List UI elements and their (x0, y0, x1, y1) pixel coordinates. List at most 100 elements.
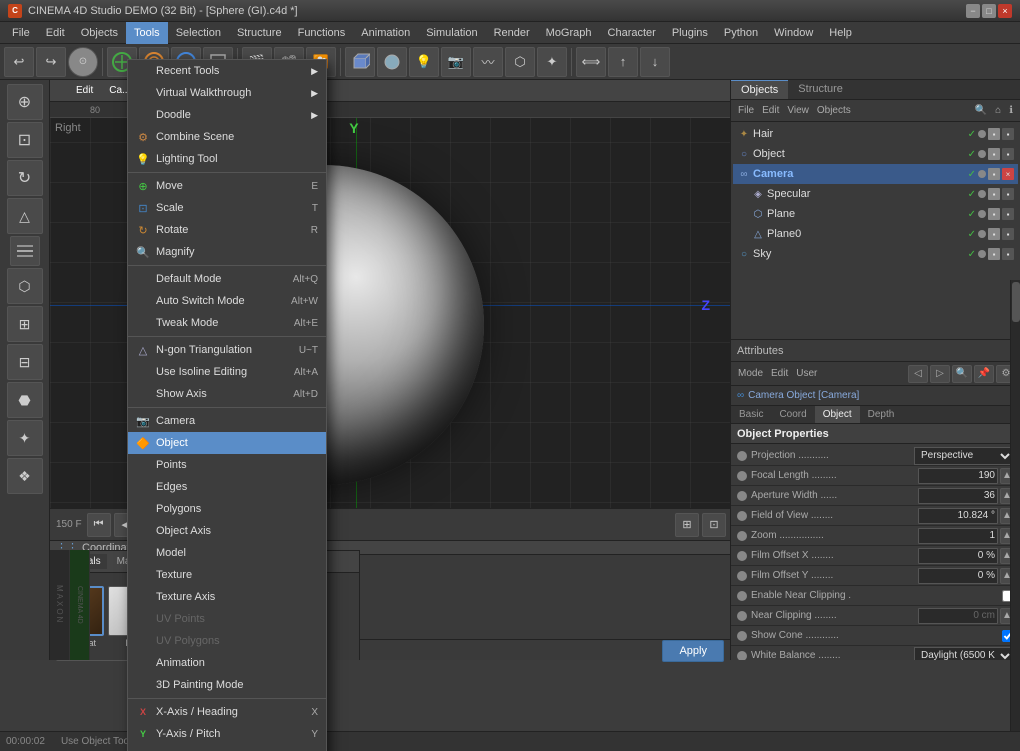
dd-x-axis[interactable]: X X-Axis / Heading X (128, 701, 326, 723)
dd-3d-painting[interactable]: 3D Painting Mode (128, 674, 326, 696)
tab-objects[interactable]: Objects (731, 80, 788, 99)
cube-btn[interactable] (345, 47, 375, 77)
bc-extra2[interactable]: ⊡ (702, 513, 726, 537)
menu-animation[interactable]: Animation (353, 22, 418, 44)
light-btn[interactable]: 💡 (409, 47, 439, 77)
dd-points[interactable]: Points (128, 454, 326, 476)
nav-btn2[interactable]: ↑ (608, 47, 638, 77)
left-btn-8[interactable]: ⊟ (7, 344, 43, 380)
dd-polygons[interactable]: Polygons (128, 498, 326, 520)
obj-objects-btn[interactable]: Objects (814, 104, 854, 117)
attr-btn1[interactable]: ◁ (908, 365, 928, 383)
dd-isoline[interactable]: Use Isoline Editing Alt+A (128, 361, 326, 383)
attr-search[interactable]: 🔍 (952, 365, 972, 383)
spline-btn[interactable]: 〰 (473, 47, 503, 77)
dd-tweak-mode[interactable]: Tweak Mode Alt+E (128, 312, 326, 334)
menu-mograph[interactable]: MoGraph (538, 22, 600, 44)
left-btn-3[interactable]: ↻ (7, 160, 43, 196)
dd-move[interactable]: ⊕ Move E (128, 175, 326, 197)
menu-simulation[interactable]: Simulation (418, 22, 485, 44)
dd-ngon[interactable]: △ N-gon Triangulation U~T (128, 339, 326, 361)
nav-btn1[interactable]: ⟺ (576, 47, 606, 77)
dd-default-mode[interactable]: Default Mode Alt+Q (128, 268, 326, 290)
bc-play-start[interactable]: ⏮ (87, 513, 111, 537)
menu-plugins[interactable]: Plugins (664, 22, 716, 44)
menu-objects[interactable]: Objects (73, 22, 126, 44)
obj-item-specular[interactable]: ◈ Specular ✓ ▪ ▪ (733, 184, 1018, 204)
left-btn-9[interactable]: ⬣ (7, 382, 43, 418)
left-btn-6[interactable]: ⬡ (7, 268, 43, 304)
dd-virtual-walkthrough[interactable]: Virtual Walkthrough ▶ (128, 82, 326, 104)
undo-button[interactable]: ↩ (4, 47, 34, 77)
dd-object[interactable]: 🔶 Object (128, 432, 326, 454)
dd-scale[interactable]: ⊡ Scale T (128, 197, 326, 219)
nav-btn3[interactable]: ↓ (640, 47, 670, 77)
attr-pin[interactable]: 📌 (974, 365, 994, 383)
attr-btn2[interactable]: ▷ (930, 365, 950, 383)
left-btn-10[interactable]: ✦ (7, 420, 43, 456)
cam-btn[interactable]: 📷 (441, 47, 471, 77)
left-btn-2[interactable]: ⊡ (7, 122, 43, 158)
minimize-button[interactable]: − (966, 4, 980, 18)
redo-button[interactable]: ↪ (36, 47, 66, 77)
dd-camera[interactable]: 📷 Camera (128, 410, 326, 432)
dd-show-axis[interactable]: Show Axis Alt+D (128, 383, 326, 405)
tab-structure[interactable]: Structure (788, 80, 853, 99)
apply-button[interactable]: Apply (662, 640, 724, 662)
attr-nearclip-input[interactable] (918, 608, 998, 624)
dd-y-axis[interactable]: Y Y-Axis / Pitch Y (128, 723, 326, 745)
attr-user-btn[interactable]: User (793, 367, 820, 380)
attr-filmx-input[interactable] (918, 548, 998, 564)
attr-tab-coord[interactable]: Coord (771, 406, 814, 423)
menu-structure[interactable]: Structure (229, 22, 290, 44)
obj-file-btn[interactable]: File (735, 104, 757, 117)
attr-scrollbar[interactable] (1010, 340, 1020, 660)
dd-auto-switch[interactable]: Auto Switch Mode Alt+W (128, 290, 326, 312)
obj-item-plane[interactable]: ⬡ Plane ✓ ▪ ▪ (733, 204, 1018, 224)
dd-combine-scene[interactable]: ⚙ Combine Scene (128, 126, 326, 148)
menu-window[interactable]: Window (766, 22, 821, 44)
attr-filmy-input[interactable] (918, 568, 998, 584)
obj-item-camera[interactable]: ∞ Camera ✓ ▪ × (733, 164, 1018, 184)
obj-info-icon[interactable]: ℹ (1006, 104, 1016, 117)
attr-zoom-input[interactable] (918, 528, 998, 544)
particle-btn[interactable]: ✦ (537, 47, 567, 77)
viewport-tab-edit[interactable]: Edit (72, 85, 97, 96)
left-btn-4[interactable]: △ (7, 198, 43, 234)
dd-recent-tools[interactable]: Recent Tools ▶ (128, 60, 326, 82)
mesh-btn[interactable] (377, 47, 407, 77)
left-btn-5[interactable] (10, 236, 40, 266)
menu-help[interactable]: Help (821, 22, 860, 44)
maximize-button[interactable]: □ (982, 4, 996, 18)
obj-home-icon[interactable]: ⌂ (992, 104, 1004, 117)
obj-view-btn[interactable]: View (784, 104, 812, 117)
obj-search-icon[interactable]: 🔍 (972, 104, 990, 117)
dd-edges[interactable]: Edges (128, 476, 326, 498)
dd-doodle[interactable]: Doodle ▶ (128, 104, 326, 126)
attr-edit-btn[interactable]: Edit (768, 367, 791, 380)
dd-z-axis[interactable]: Z Z-Axis / Bank Z (128, 745, 326, 751)
menu-file[interactable]: File (4, 22, 38, 44)
menu-python[interactable]: Python (716, 22, 766, 44)
obj-item-sky[interactable]: ○ Sky ✓ ▪ ▪ (733, 244, 1018, 264)
attr-tab-depth[interactable]: Depth (860, 406, 903, 423)
bc-extra1[interactable]: ⊞ (675, 513, 699, 537)
dd-object-axis[interactable]: Object Axis (128, 520, 326, 542)
attr-tab-basic[interactable]: Basic (731, 406, 771, 423)
dd-texture[interactable]: Texture (128, 564, 326, 586)
attr-mode-btn[interactable]: Mode (735, 367, 766, 380)
obj-item-plane0[interactable]: △ Plane0 ✓ ▪ ▪ (733, 224, 1018, 244)
obj-item-hair[interactable]: ✦ Hair ✓ ▪ ▪ (733, 124, 1018, 144)
attr-focal-input[interactable] (918, 468, 998, 484)
attr-projection-select[interactable]: Perspective (914, 447, 1014, 465)
dd-texture-axis[interactable]: Texture Axis (128, 586, 326, 608)
menu-edit[interactable]: Edit (38, 22, 73, 44)
attr-aperture-input[interactable] (918, 488, 998, 504)
dd-animation[interactable]: Animation (128, 652, 326, 674)
live-select-button[interactable]: ⊙ (68, 47, 98, 77)
menu-character[interactable]: Character (600, 22, 664, 44)
dd-rotate[interactable]: ↻ Rotate R (128, 219, 326, 241)
attr-fov-input[interactable] (918, 508, 998, 524)
menu-render[interactable]: Render (486, 22, 538, 44)
obj-item-object[interactable]: ○ Object ✓ ▪ ▪ (733, 144, 1018, 164)
